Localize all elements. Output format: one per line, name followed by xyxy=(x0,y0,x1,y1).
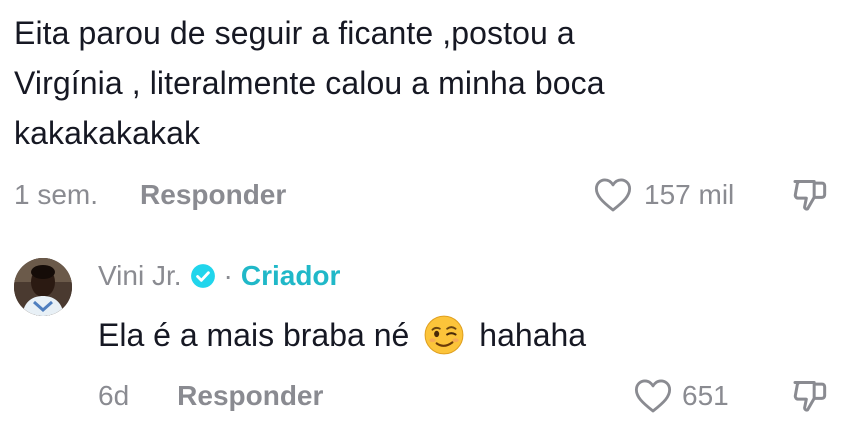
reply-button[interactable]: Responder xyxy=(140,179,286,211)
winking-face-emoji xyxy=(424,315,464,355)
reply-text: Ela é a mais braba né hahaha xyxy=(98,310,586,360)
creator-label: Criador xyxy=(240,260,341,291)
like-button[interactable]: 157 mil xyxy=(594,175,734,215)
avatar-image xyxy=(14,258,72,316)
like-count: 157 mil xyxy=(644,179,735,210)
thumbs-down-outline-icon[interactable] xyxy=(790,375,830,415)
heart-outline-icon xyxy=(634,379,672,413)
reply-reply-button[interactable]: Responder xyxy=(177,380,323,412)
thumbs-down-outline-icon[interactable] xyxy=(790,174,830,214)
heart-outline-icon xyxy=(594,178,632,212)
author-name[interactable]: Vini Jr. xyxy=(98,260,182,292)
reply-meta: 6d Responder xyxy=(98,376,323,416)
separator-dot: · xyxy=(223,260,233,291)
verified-badge-icon xyxy=(190,264,215,288)
reply-like-button[interactable]: 651 xyxy=(634,376,729,416)
reply-author-row: Vini Jr. · Criador xyxy=(98,256,340,296)
comment-meta: 1 sem. Responder xyxy=(14,175,286,215)
reply-text-before: Ela é a mais braba né xyxy=(98,317,410,353)
comment-time: 1 sem. xyxy=(14,179,99,210)
comment-text: Eita parou de seguir a ficante ,postou a… xyxy=(14,15,605,151)
reply-like-count: 651 xyxy=(682,380,729,411)
reply-text-after: hahaha xyxy=(479,317,587,353)
avatar[interactable] xyxy=(14,258,72,316)
reply-time: 6d xyxy=(98,380,130,411)
top-comment: Eita parou de seguir a ficante ,postou a… xyxy=(14,8,834,158)
